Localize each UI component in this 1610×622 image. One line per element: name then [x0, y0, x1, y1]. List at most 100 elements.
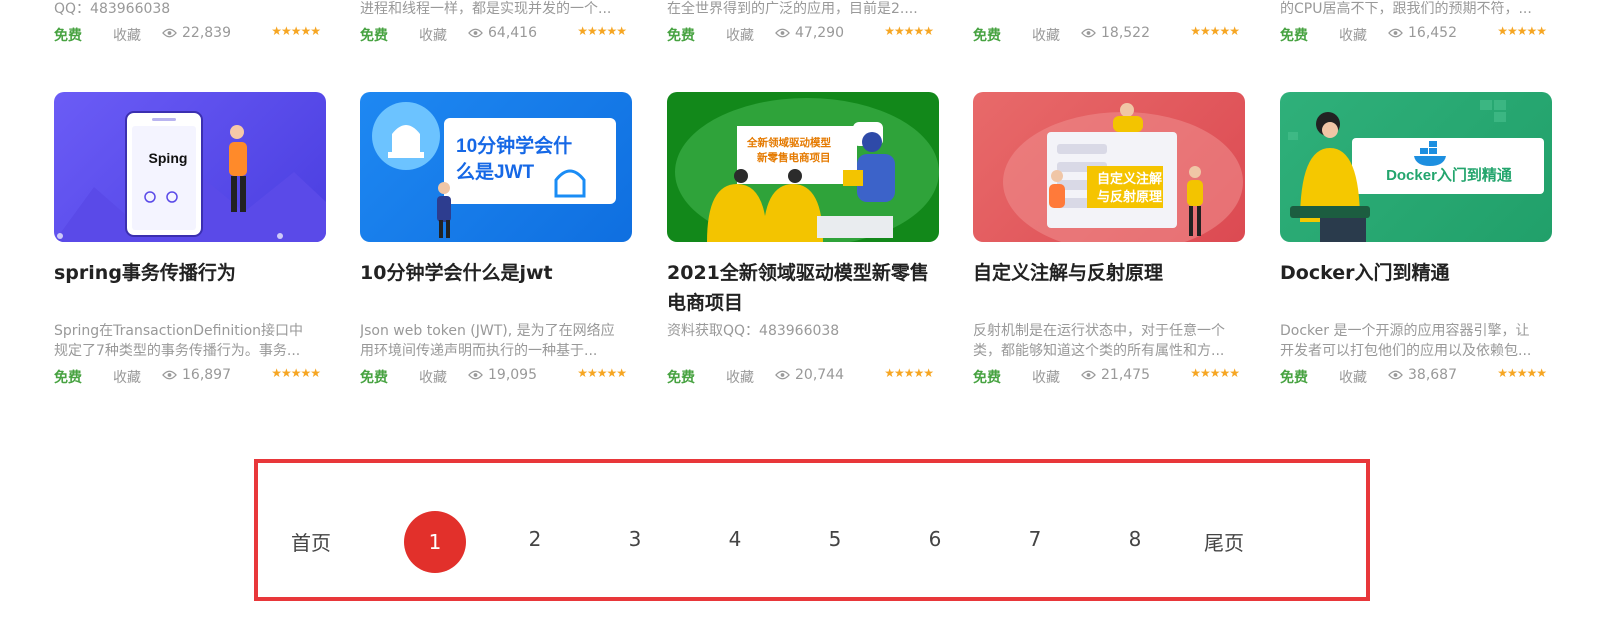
caption-line: 么是JWT — [456, 162, 535, 183]
thumbnail-caption: 10分钟学会什 么是JWT — [456, 134, 572, 186]
course-meta: 免费 收藏 47,290 ★★★★★ — [667, 24, 934, 45]
illustration-image — [675, 98, 939, 242]
view-count: 38,687 — [1408, 367, 1457, 383]
page-link-5[interactable]: 5 — [829, 527, 842, 551]
view-count: 16,452 — [1408, 25, 1457, 41]
rating-stars: ★★★★★ — [271, 366, 321, 380]
eye-icon — [775, 28, 790, 38]
course-meta: 免费 收藏 20,744 ★★★★★ — [667, 366, 934, 387]
favorite-button[interactable]: 收藏 — [726, 25, 754, 45]
page-link-6[interactable]: 6 — [929, 527, 942, 551]
course-desc: 进程和线程一样，都是实现并发的一个... — [360, 1, 612, 17]
course-title[interactable]: 10分钟学会什么是jwt — [360, 258, 632, 288]
view-count: 21,475 — [1101, 367, 1150, 383]
course-desc-line: Spring在TransactionDefinition接口中 — [54, 323, 304, 339]
course-meta: 免费 收藏 16,897 ★★★★★ — [54, 366, 321, 387]
page-link-3[interactable]: 3 — [629, 527, 642, 551]
free-badge: 免费 — [54, 28, 82, 44]
course-meta: 免费 收藏 22,839 ★★★★★ — [54, 24, 321, 45]
thumbnail-caption: Sping — [148, 150, 188, 166]
page-link-7[interactable]: 7 — [1029, 527, 1042, 551]
favorite-button[interactable]: 收藏 — [113, 25, 141, 45]
free-badge: 免费 — [973, 370, 1001, 386]
thumbnail-caption: 自定义注解 与反射原理 — [1097, 170, 1162, 206]
course-desc: QQ：483966038 — [54, 1, 171, 17]
rating-stars: ★★★★★ — [1497, 366, 1547, 380]
course-desc-line: Json web token (JWT), 是为了在网络应 — [360, 323, 615, 339]
page-link-8[interactable]: 8 — [1129, 527, 1142, 551]
favorite-button[interactable]: 收藏 — [1339, 367, 1367, 387]
page-link-4[interactable]: 4 — [729, 527, 742, 551]
course-meta: 免费 收藏 19,095 ★★★★★ — [360, 366, 627, 387]
rating-stars: ★★★★★ — [577, 24, 627, 38]
course-desc: 的CPU居高不下，跟我们的预期不符，... — [1280, 1, 1532, 17]
view-count: 16,897 — [182, 367, 231, 383]
free-badge: 免费 — [360, 370, 388, 386]
eye-icon — [1081, 28, 1096, 38]
caption-line: 10分钟学会什 — [456, 136, 573, 157]
course-title[interactable]: 自定义注解与反射原理 — [973, 258, 1245, 288]
free-badge: 免费 — [1280, 370, 1308, 386]
course-thumbnail[interactable]: 自定义注解 与反射原理 — [973, 92, 1245, 242]
favorite-button[interactable]: 收藏 — [1339, 25, 1367, 45]
eye-icon — [468, 370, 483, 380]
view-count: 22,839 — [182, 25, 231, 41]
eye-icon — [775, 370, 790, 380]
favorite-button[interactable]: 收藏 — [726, 367, 754, 387]
favorite-button[interactable]: 收藏 — [1032, 25, 1060, 45]
illustration-image — [1003, 103, 1243, 242]
free-badge: 免费 — [667, 28, 695, 44]
course-desc: 在全世界得到的广泛的应用，目前是2.... — [667, 1, 918, 17]
course-thumbnail[interactable]: Sping — [54, 92, 326, 242]
favorite-button[interactable]: 收藏 — [419, 25, 447, 45]
course-desc-line: 规定了7种类型的事务传播行为。事务... — [54, 343, 301, 359]
thumbnail-caption: 全新领域驱动模型 新零售电商项目 — [747, 136, 831, 166]
caption-line: 全新领域驱动模型 — [747, 137, 831, 149]
free-badge: 免费 — [973, 28, 1001, 44]
course-desc: 反射机制是在运行状态中，对于任意一个 类，都能够知道这个类的所有属性和方... — [973, 321, 1245, 361]
favorite-button[interactable]: 收藏 — [113, 367, 141, 387]
course-meta: 免费 收藏 18,522 ★★★★★ — [973, 24, 1240, 45]
course-title[interactable]: 2021全新领域驱动模型新零售电商项目 — [667, 258, 939, 318]
course-thumbnail[interactable]: Docker入门到精通 — [1280, 92, 1552, 242]
last-page-link[interactable]: 尾页 — [1204, 527, 1244, 556]
view-count: 64,416 — [488, 25, 537, 41]
view-count: 20,744 — [795, 367, 844, 383]
rating-stars: ★★★★★ — [884, 366, 934, 380]
view-count: 18,522 — [1101, 25, 1150, 41]
caption-line: 自定义注解 — [1097, 171, 1163, 186]
first-page-link[interactable]: 首页 — [291, 527, 331, 556]
illustration-image — [54, 111, 326, 242]
favorite-button[interactable]: 收藏 — [1032, 367, 1060, 387]
rating-stars: ★★★★★ — [271, 24, 321, 38]
course-thumbnail[interactable]: 全新领域驱动模型 新零售电商项目 — [667, 92, 939, 242]
course-thumbnail[interactable]: 10分钟学会什 么是JWT — [360, 92, 632, 242]
free-badge: 免费 — [667, 370, 695, 386]
course-meta: 免费 收藏 21,475 ★★★★★ — [973, 366, 1240, 387]
rating-stars: ★★★★★ — [884, 24, 934, 38]
course-desc-line: 资料获取QQ：483966038 — [667, 323, 840, 339]
eye-icon — [1388, 28, 1403, 38]
course-desc-line: 反射机制是在运行状态中，对于任意一个 — [973, 323, 1225, 339]
course-title[interactable]: spring事务传播行为 — [54, 258, 326, 288]
free-badge: 免费 — [1280, 28, 1308, 44]
page-link-2[interactable]: 2 — [529, 527, 542, 551]
rating-stars: ★★★★★ — [1497, 24, 1547, 38]
favorite-button[interactable]: 收藏 — [419, 367, 447, 387]
eye-icon — [1081, 370, 1096, 380]
current-page-button[interactable]: 1 — [404, 511, 466, 573]
course-meta: 免费 收藏 16,452 ★★★★★ — [1280, 24, 1547, 45]
view-count: 47,290 — [795, 25, 844, 41]
eye-icon — [1388, 370, 1403, 380]
course-meta: 免费 收藏 38,687 ★★★★★ — [1280, 366, 1547, 387]
eye-icon — [162, 28, 177, 38]
course-desc: Json web token (JWT), 是为了在网络应 用环境间传递声明而执… — [360, 321, 632, 361]
view-count: 19,095 — [488, 367, 537, 383]
course-title[interactable]: Docker入门到精通 — [1280, 258, 1552, 288]
course-desc: Docker 是一个开源的应用容器引擎，让 开发者可以打包他们的应用以及依赖包.… — [1280, 321, 1552, 361]
rating-stars: ★★★★★ — [1190, 24, 1240, 38]
free-badge: 免费 — [54, 370, 82, 386]
course-desc-line: 开发者可以打包他们的应用以及依赖包... — [1280, 343, 1532, 359]
eye-icon — [468, 28, 483, 38]
course-desc-line: 用环境间传递声明而执行的一种基于... — [360, 343, 598, 359]
